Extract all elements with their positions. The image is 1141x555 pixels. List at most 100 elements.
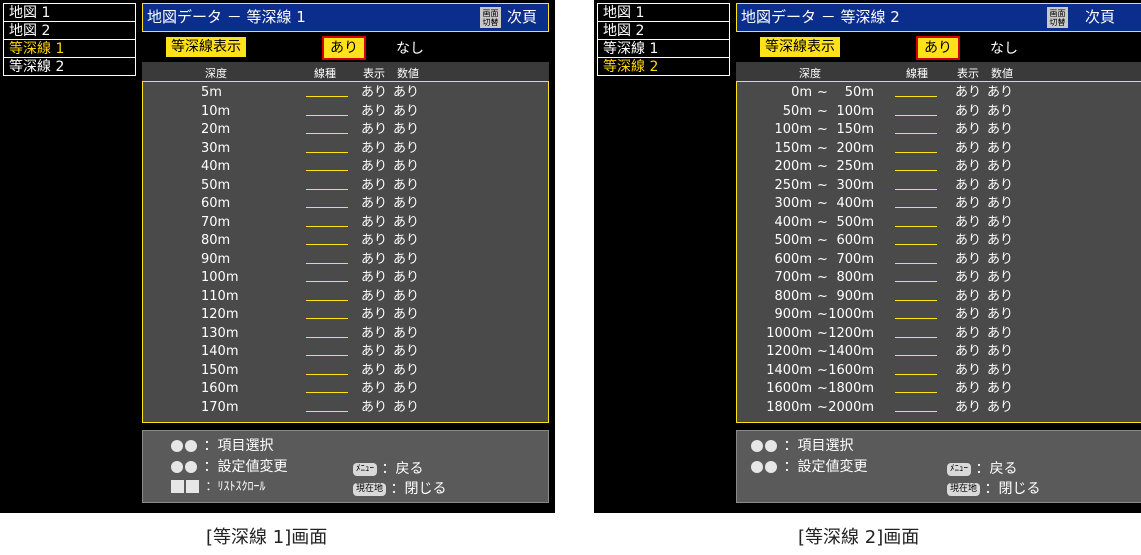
line-type-sample[interactable] <box>306 170 348 171</box>
table-row[interactable]: 400m ~500m あり あり <box>737 214 1141 232</box>
table-row[interactable]: 50m あり あり <box>143 177 548 195</box>
display-value[interactable]: あり <box>955 325 981 343</box>
table-row[interactable]: 170m あり あり <box>143 399 548 417</box>
numeric-label-value[interactable]: あり <box>393 288 419 306</box>
numeric-label-value[interactable]: あり <box>987 380 1013 398</box>
contour-list[interactable]: 0m ~50m あり あり 50m ~100m あり あり 100m ~150m あり あり 150m ~… <box>736 81 1141 423</box>
display-value[interactable]: あり <box>955 103 981 121</box>
sidebar-item-map-1[interactable]: 地図 1 <box>3 3 136 22</box>
line-type-sample[interactable] <box>895 151 937 153</box>
next-page-button[interactable]: 次頁 <box>507 4 537 31</box>
line-type-sample[interactable] <box>895 373 937 375</box>
numeric-label-value[interactable]: あり <box>393 84 419 102</box>
display-value[interactable]: あり <box>361 380 387 398</box>
numeric-label-value[interactable]: あり <box>393 103 419 121</box>
numeric-label-value[interactable]: あり <box>393 362 419 380</box>
line-type-sample[interactable] <box>895 355 937 356</box>
display-value[interactable]: あり <box>361 288 387 306</box>
numeric-label-value[interactable]: あり <box>987 288 1013 306</box>
display-value[interactable]: あり <box>955 399 981 417</box>
line-type-sample[interactable] <box>895 318 937 319</box>
option-on[interactable]: あり <box>322 36 366 60</box>
display-value[interactable]: あり <box>361 232 387 250</box>
display-value[interactable]: あり <box>361 140 387 158</box>
display-value[interactable]: あり <box>361 306 387 324</box>
display-value[interactable]: あり <box>361 177 387 195</box>
line-type-sample[interactable] <box>895 188 937 190</box>
sidebar-item-map-2[interactable]: 地図 2 <box>3 21 136 40</box>
numeric-label-value[interactable]: あり <box>987 195 1013 213</box>
line-type-sample[interactable] <box>306 392 348 393</box>
numeric-label-value[interactable]: あり <box>987 306 1013 324</box>
numeric-label-value[interactable]: あり <box>393 232 419 250</box>
line-type-sample[interactable] <box>895 262 937 264</box>
line-type-sample[interactable] <box>306 281 348 282</box>
line-type-sample[interactable] <box>306 355 348 356</box>
line-type-sample[interactable] <box>895 170 937 171</box>
line-type-sample[interactable] <box>895 114 937 116</box>
sidebar-item-contour-2[interactable]: 等深線 2 <box>3 57 136 76</box>
sidebar-item-contour-1[interactable]: 等深線 1 <box>3 39 136 58</box>
line-type-sample[interactable] <box>895 281 937 282</box>
table-row[interactable]: 40m あり あり <box>143 158 548 176</box>
display-value[interactable]: あり <box>955 121 981 139</box>
display-value[interactable]: あり <box>955 195 981 213</box>
line-type-sample[interactable] <box>306 410 348 412</box>
table-row[interactable]: 30m あり あり <box>143 140 548 158</box>
sidebar-item-map-1[interactable]: 地図 1 <box>597 3 730 22</box>
numeric-label-value[interactable]: あり <box>987 251 1013 269</box>
line-type-sample[interactable] <box>895 96 937 97</box>
numeric-label-value[interactable]: あり <box>987 158 1013 176</box>
display-value[interactable]: あり <box>361 195 387 213</box>
display-value[interactable]: あり <box>955 362 981 380</box>
table-row[interactable]: 200m ~250m あり あり <box>737 158 1141 176</box>
numeric-label-value[interactable]: あり <box>987 140 1013 158</box>
numeric-label-value[interactable]: あり <box>393 177 419 195</box>
table-row[interactable]: 800m ~900m あり あり <box>737 288 1141 306</box>
table-row[interactable]: 1800m ~2000m あり あり <box>737 399 1141 417</box>
numeric-label-value[interactable]: あり <box>393 121 419 139</box>
line-type-sample[interactable] <box>306 188 348 190</box>
table-row[interactable]: 0m ~50m あり あり <box>737 84 1141 102</box>
line-type-sample[interactable] <box>306 151 348 153</box>
numeric-label-value[interactable]: あり <box>393 306 419 324</box>
numeric-label-value[interactable]: あり <box>987 84 1013 102</box>
numeric-label-value[interactable]: あり <box>393 140 419 158</box>
display-value[interactable]: あり <box>955 177 981 195</box>
sidebar-item-map-2[interactable]: 地図 2 <box>597 21 730 40</box>
numeric-label-value[interactable]: あり <box>987 343 1013 361</box>
numeric-label-value[interactable]: あり <box>987 177 1013 195</box>
display-value[interactable]: あり <box>955 84 981 102</box>
display-value[interactable]: あり <box>955 251 981 269</box>
line-type-sample[interactable] <box>306 225 348 227</box>
numeric-label-value[interactable]: あり <box>987 121 1013 139</box>
option-off[interactable]: なし <box>396 38 424 58</box>
option-on[interactable]: あり <box>916 36 960 60</box>
table-row[interactable]: 1600m ~1800m あり あり <box>737 380 1141 398</box>
table-row[interactable]: 140m あり あり <box>143 343 548 361</box>
table-row[interactable]: 1400m ~1600m あり あり <box>737 362 1141 380</box>
display-value[interactable]: あり <box>955 158 981 176</box>
line-type-sample[interactable] <box>306 207 348 208</box>
line-type-sample[interactable] <box>306 114 348 116</box>
line-type-sample[interactable] <box>306 96 348 97</box>
numeric-label-value[interactable]: あり <box>393 158 419 176</box>
line-type-sample[interactable] <box>895 299 937 301</box>
line-type-sample[interactable] <box>306 299 348 301</box>
table-row[interactable]: 150m あり あり <box>143 362 548 380</box>
numeric-label-value[interactable]: あり <box>393 343 419 361</box>
table-row[interactable]: 900m ~1000m あり あり <box>737 306 1141 324</box>
display-value[interactable]: あり <box>361 269 387 287</box>
contour-list[interactable]: 5m あり あり 10m あり あり 20m あり あり 30m あり あり 40m あり あり 50m ありあ… <box>142 81 549 423</box>
table-row[interactable]: 130m あり あり <box>143 325 548 343</box>
table-row[interactable]: 100m あり あり <box>143 269 548 287</box>
numeric-label-value[interactable]: あり <box>987 269 1013 287</box>
numeric-label-value[interactable]: あり <box>987 362 1013 380</box>
switch-screen-button[interactable]: 画面 切替 <box>1047 7 1068 28</box>
numeric-label-value[interactable]: あり <box>393 269 419 287</box>
display-value[interactable]: あり <box>361 362 387 380</box>
display-value[interactable]: あり <box>955 306 981 324</box>
line-type-sample[interactable] <box>306 373 348 375</box>
table-row[interactable]: 50m ~100m あり あり <box>737 103 1141 121</box>
table-row[interactable]: 300m ~400m あり あり <box>737 195 1141 213</box>
